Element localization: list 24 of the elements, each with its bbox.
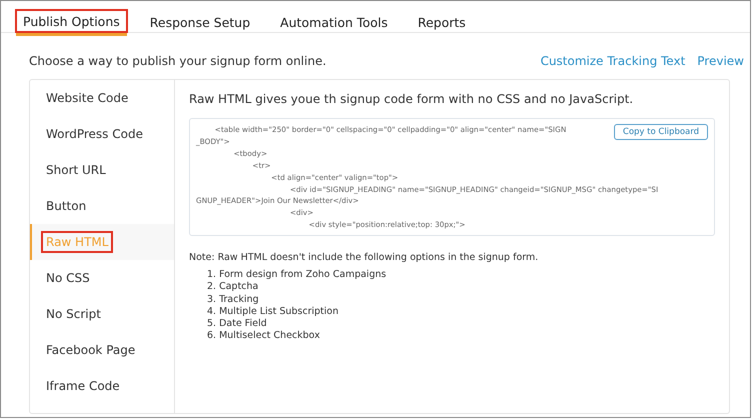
- sidebar-item[interactable]: No CSS: [30, 260, 174, 296]
- sidebar-item[interactable]: Short URL: [30, 152, 174, 188]
- option-item: 1. Form design from Zoho Campaigns: [206, 269, 388, 282]
- link[interactable]: Preview: [697, 54, 744, 68]
- sidebar-item[interactable]: Facebook Page: [30, 332, 174, 368]
- tab[interactable]: Automation Tools: [272, 9, 396, 33]
- tab[interactable]: Publish Options: [15, 9, 128, 33]
- option-item: 5. Date Field: [206, 318, 268, 330]
- option-item: 3. Tracking: [206, 294, 260, 306]
- copy-button[interactable]: Copy to Clipboard: [614, 124, 708, 140]
- intro-text: Choose a way to publish your signup form online.: [29, 54, 326, 68]
- sidebar-item[interactable]: Website Code: [30, 80, 174, 116]
- sidebar-item[interactable]: No Script: [30, 296, 174, 332]
- sidebar-item[interactable]: WordPress Code: [30, 116, 174, 152]
- option-item: 4. Multiple List Subscription: [206, 306, 340, 318]
- description-text: Raw HTML gives youe th signup code form with no CSS and no JavaScript.: [189, 92, 634, 106]
- option-item: 2. Captcha: [206, 281, 260, 294]
- option-item: 6. Multiselect Checkbox: [206, 330, 321, 343]
- sidebar-item[interactable]: Iframe Code: [30, 368, 174, 404]
- tab[interactable]: Response Setup: [142, 9, 258, 33]
- tab[interactable]: Reports: [410, 9, 474, 33]
- note-text: Note: Raw HTML doesn't include the following options in the signup form.: [189, 252, 540, 263]
- link[interactable]: Customize Tracking Text: [540, 54, 686, 68]
- sidebar-item[interactable]: Button: [30, 188, 174, 224]
